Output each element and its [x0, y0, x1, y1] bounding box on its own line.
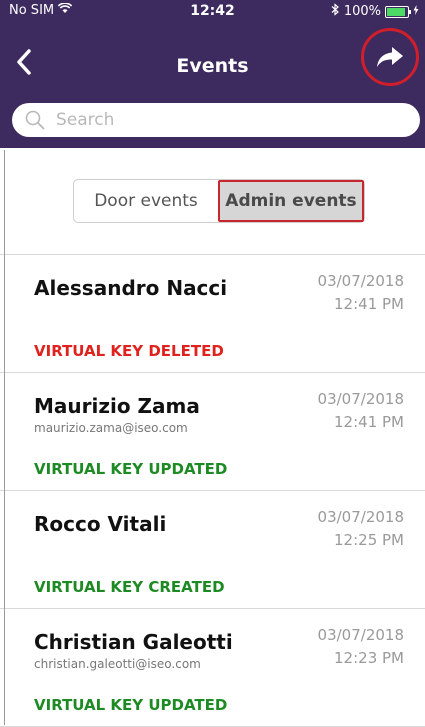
event-status: VIRTUAL KEY DELETED [34, 342, 224, 360]
event-user-name: Maurizio Zama [34, 394, 200, 418]
event-type-selector: Door events Admin events [0, 148, 425, 255]
left-edge-divider [4, 150, 5, 725]
event-time: 12:41 PM [334, 295, 404, 313]
event-status: VIRTUAL KEY UPDATED [34, 696, 228, 714]
status-bar: No SIM 12:42 100% [0, 0, 425, 22]
events-list: Alessandro Nacci 03/07/2018 12:41 PM VIR… [0, 255, 425, 727]
event-time: 12:41 PM [334, 413, 404, 431]
event-time: 12:23 PM [334, 649, 404, 667]
bluetooth-icon [331, 3, 340, 20]
event-row[interactable]: Rocco Vitali 03/07/2018 12:25 PM VIRTUAL… [0, 491, 425, 609]
event-time: 12:25 PM [334, 531, 404, 549]
tab-admin-events[interactable]: Admin events [218, 180, 364, 222]
search-icon [24, 109, 46, 131]
event-row[interactable]: Alessandro Nacci 03/07/2018 12:41 PM VIR… [0, 255, 425, 373]
search-bar [0, 95, 425, 148]
tab-door-events[interactable]: Door events [74, 180, 218, 222]
status-bar-right: 100% [331, 3, 419, 20]
event-user-name: Alessandro Nacci [34, 276, 228, 300]
charging-icon [413, 4, 419, 19]
share-highlight-ring [361, 28, 419, 86]
event-date: 03/07/2018 [317, 390, 404, 408]
event-status: VIRTUAL KEY CREATED [34, 578, 225, 596]
event-user-email: maurizio.zama@iseo.com [34, 421, 188, 435]
event-date: 03/07/2018 [317, 272, 404, 290]
event-row[interactable]: Christian Galeotti christian.galeotti@is… [0, 609, 425, 727]
segmented-control: Door events Admin events [73, 179, 365, 223]
share-button[interactable] [361, 28, 419, 86]
event-row[interactable]: Maurizio Zama maurizio.zama@iseo.com 03/… [0, 373, 425, 491]
event-date: 03/07/2018 [317, 626, 404, 644]
nav-bar: Events [0, 22, 425, 95]
battery-icon [385, 5, 411, 18]
event-user-name: Christian Galeotti [34, 630, 233, 654]
battery-percent: 100% [343, 4, 381, 19]
event-status: VIRTUAL KEY UPDATED [34, 460, 228, 478]
event-date: 03/07/2018 [317, 508, 404, 526]
search-input[interactable] [54, 109, 358, 131]
header: No SIM 12:42 100% Events [0, 0, 425, 95]
event-user-name: Rocco Vitali [34, 512, 167, 536]
battery-fill [387, 7, 405, 16]
search-box[interactable] [12, 103, 420, 137]
event-user-email: christian.galeotti@iseo.com [34, 657, 201, 671]
